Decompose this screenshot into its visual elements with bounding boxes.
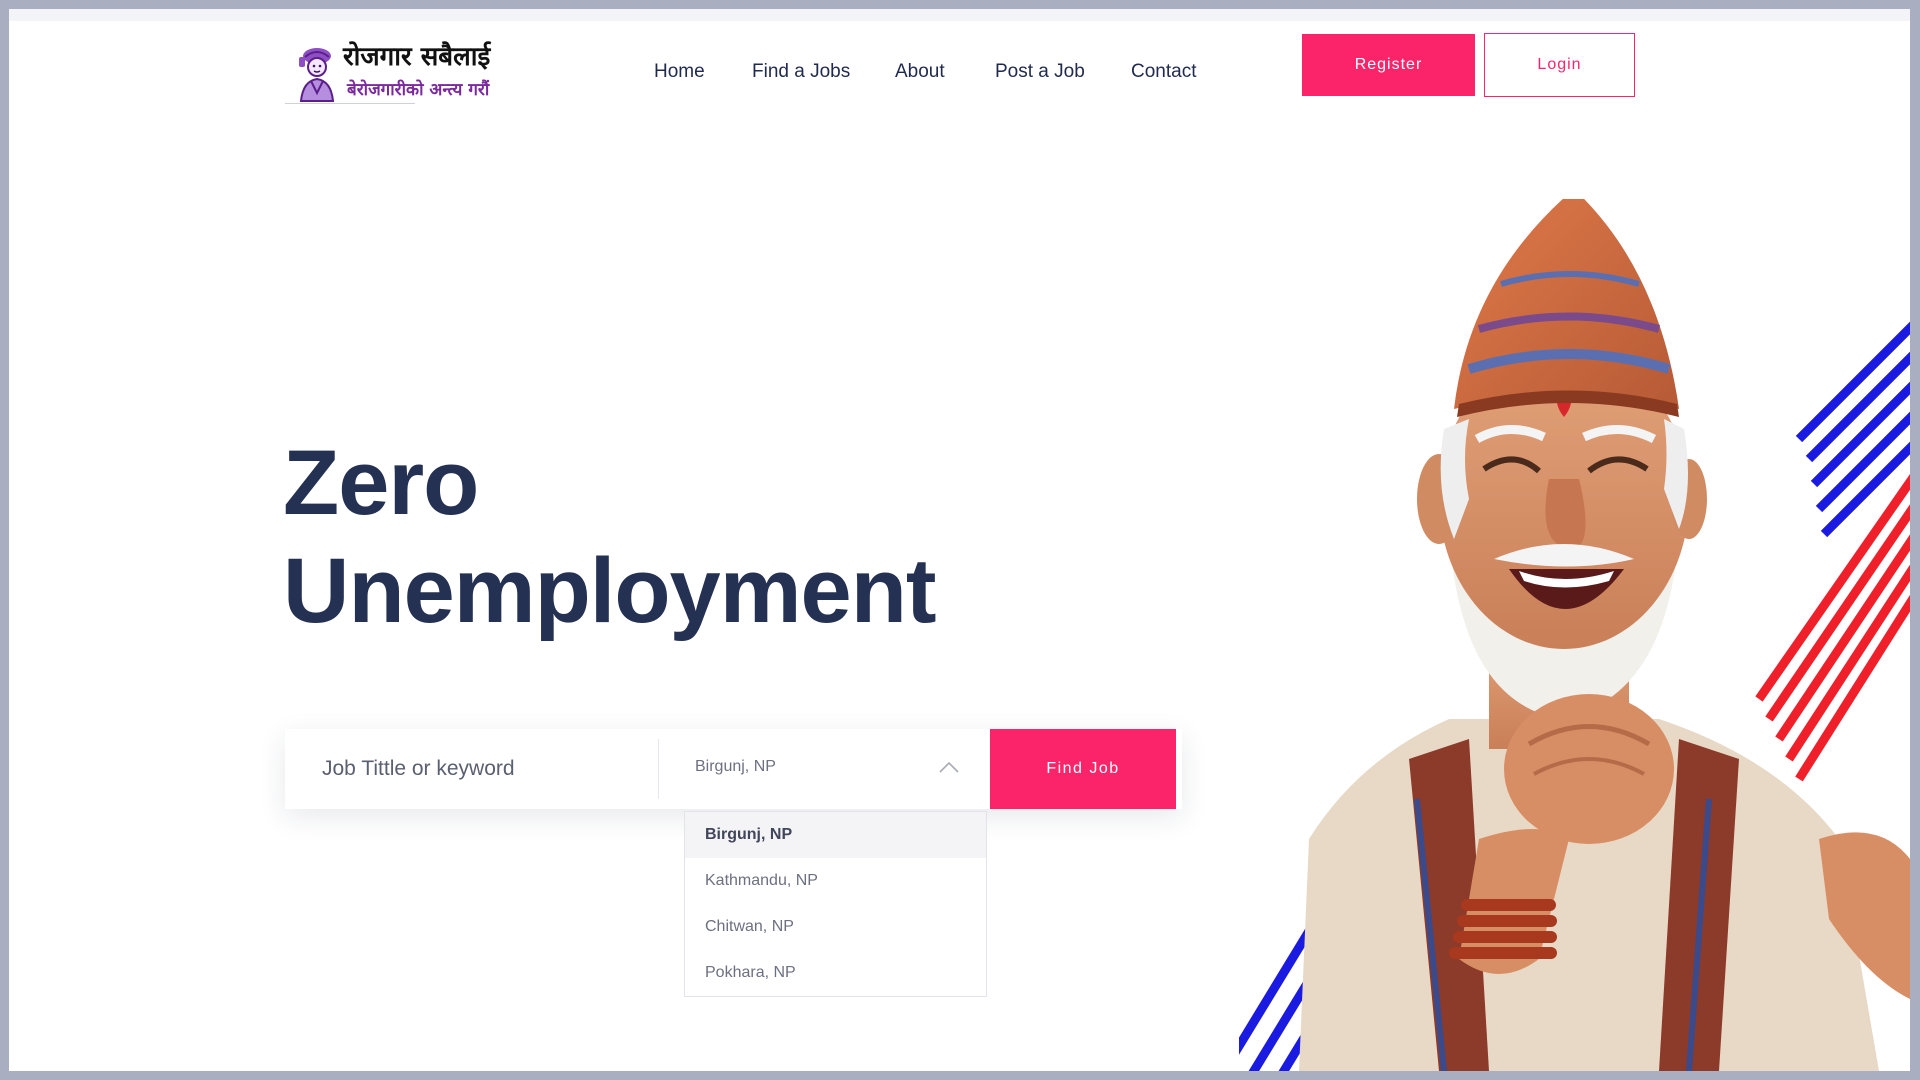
job-search-bar: Birgunj, NP Find Job (285, 729, 1182, 809)
location-option-birgunj[interactable]: Birgunj, NP (685, 812, 986, 858)
page-frame: रोजगार सबैलाई बेरोजगारीको अन्त्य गरौं Ho… (9, 9, 1910, 1071)
hero-heading-line1: Zero (283, 432, 479, 534)
location-select[interactable]: Birgunj, NP (659, 729, 990, 809)
nav-item-about[interactable]: About (895, 61, 945, 83)
worker-figure-icon (299, 48, 335, 102)
nav-item-home[interactable]: Home (654, 61, 705, 83)
hero-heading-line2: Unemployment (283, 540, 937, 642)
logo-underline (285, 103, 415, 104)
location-option-chitwan[interactable]: Chitwan, NP (685, 904, 986, 950)
login-button[interactable]: Login (1484, 33, 1635, 97)
chevron-up-icon (939, 761, 959, 773)
nav-item-post-job[interactable]: Post a Job (995, 61, 1085, 83)
brand-tagline: बेरोजगारीको अन्त्य गरौं (347, 80, 490, 100)
site-logo[interactable]: रोजगार सबैलाई बेरोजगारीको अन्त्य गरौं (285, 33, 515, 107)
location-option-pokhara[interactable]: Pokhara, NP (685, 950, 986, 996)
hero-person-image (1239, 199, 1910, 1071)
location-option-kathmandu[interactable]: Kathmandu, NP (685, 858, 986, 904)
find-job-button[interactable]: Find Job (990, 729, 1176, 809)
register-button[interactable]: Register (1302, 34, 1475, 96)
location-select-value: Birgunj, NP (695, 758, 776, 775)
keyword-input[interactable] (285, 729, 658, 809)
nav-item-contact[interactable]: Contact (1131, 61, 1196, 83)
hero-heading: Zero Unemployment (283, 429, 937, 645)
brand-title: रोजगार सबैलाई (343, 42, 491, 72)
location-dropdown: Birgunj, NP Kathmandu, NP Chitwan, NP Po… (684, 811, 987, 997)
nav-item-find-jobs[interactable]: Find a Jobs (752, 61, 850, 83)
